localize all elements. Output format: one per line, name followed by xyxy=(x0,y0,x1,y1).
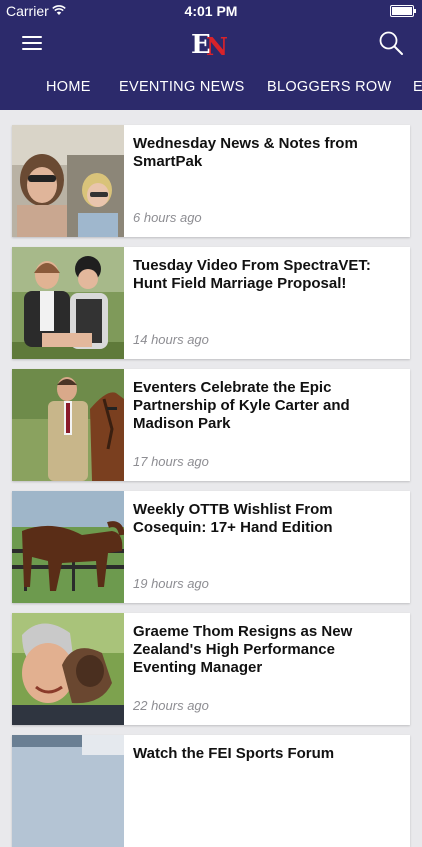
article-card[interactable]: Weekly OTTB Wishlist From Cosequin: 17+ … xyxy=(12,491,410,603)
article-title: Wednesday News & Notes from SmartPak xyxy=(133,135,358,170)
app-header: EN xyxy=(0,22,422,66)
category-tabs: HOME EVENTING NEWS BLOGGERS ROW E xyxy=(0,66,422,110)
article-card[interactable]: Eventers Celebrate the Epic Partnership … xyxy=(12,369,410,481)
article-title: Graeme Thom Resigns as New Zealand's Hig… xyxy=(133,623,353,676)
tab-partial[interactable]: E xyxy=(413,79,422,95)
eventing-nation-logo[interactable]: EN xyxy=(191,28,231,61)
article-card[interactable]: Tuesday Video From SpectraVET: Hunt Fiel… xyxy=(12,247,410,359)
article-card[interactable]: Graeme Thom Resigns as New Zealand's Hig… xyxy=(12,613,410,725)
status-bar: Carrier 4:01 PM xyxy=(0,0,422,22)
article-timestamp: 6 hours ago xyxy=(133,210,202,225)
article-title: Watch the FEI Sports Forum xyxy=(133,745,335,762)
tab-eventing-news[interactable]: EVENTING NEWS xyxy=(119,79,245,95)
search-icon[interactable] xyxy=(378,30,404,56)
tab-bloggers-row[interactable]: BLOGGERS ROW xyxy=(267,79,391,95)
article-timestamp: 22 hours ago xyxy=(133,698,209,713)
article-title: Eventers Celebrate the Epic Partnership … xyxy=(133,379,350,432)
article-thumbnail xyxy=(12,247,124,359)
tab-home[interactable]: HOME xyxy=(46,79,91,95)
hamburger-icon xyxy=(22,36,42,38)
battery-icon xyxy=(390,5,416,17)
article-thumbnail xyxy=(12,613,124,725)
article-card[interactable]: Watch the FEI Sports Forum xyxy=(12,735,410,847)
article-thumbnail xyxy=(12,125,124,237)
article-timestamp: 19 hours ago xyxy=(133,576,209,591)
article-timestamp: 17 hours ago xyxy=(133,454,209,469)
article-thumbnail xyxy=(12,735,124,847)
article-thumbnail xyxy=(12,369,124,481)
article-title: Tuesday Video From SpectraVET: Hunt Fiel… xyxy=(133,257,371,292)
clock: 4:01 PM xyxy=(184,3,238,19)
menu-button[interactable] xyxy=(22,36,42,52)
article-title: Weekly OTTB Wishlist From Cosequin: 17+ … xyxy=(133,501,333,536)
article-card[interactable]: Wednesday News & Notes from SmartPak 6 h… xyxy=(12,125,410,237)
article-timestamp: 14 hours ago xyxy=(133,332,209,347)
article-thumbnail xyxy=(12,491,124,603)
